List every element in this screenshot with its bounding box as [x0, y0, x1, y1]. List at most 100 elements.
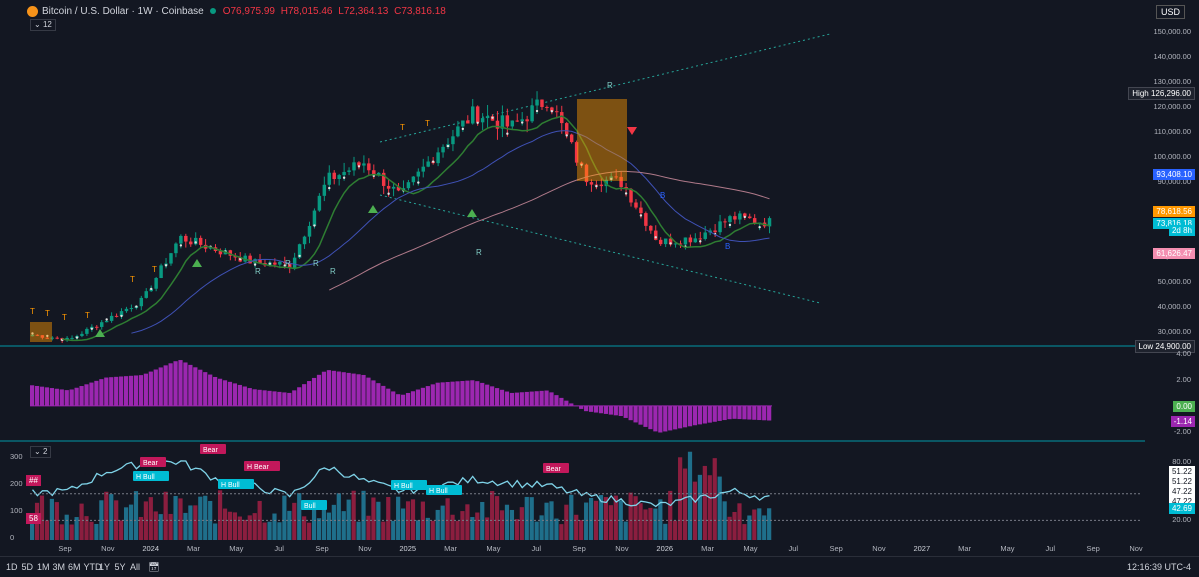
timeframe-1y[interactable]: 1Y [99, 562, 110, 572]
label-text: H Bear [247, 464, 269, 471]
candle-body [154, 278, 157, 289]
signal-letter: R [285, 259, 291, 268]
timeframe-3m[interactable]: 3M [53, 562, 66, 572]
signal-dot [358, 165, 360, 167]
volume-bar [183, 513, 187, 540]
volume-bar [89, 522, 93, 540]
timeframe-1d[interactable]: 1D [6, 562, 18, 572]
range-box [577, 99, 627, 181]
volume-bar [579, 520, 583, 540]
open-value: O76,975.99 [223, 6, 275, 17]
histogram-bar [624, 406, 628, 418]
signal-letter: T [45, 309, 50, 318]
signal-letter: T [62, 313, 67, 322]
candle-body [476, 106, 479, 122]
volume-bar [391, 521, 395, 540]
candle-body [718, 221, 721, 232]
calendar-icon[interactable]: 📅︎ [148, 562, 159, 573]
candle-body [342, 172, 345, 175]
volume-bar [455, 521, 459, 540]
timeframe-5d[interactable]: 5D [22, 562, 34, 572]
candle-body [644, 213, 647, 226]
signal-dot [491, 117, 493, 119]
histogram-bar [129, 376, 133, 406]
histogram-bar [559, 398, 563, 406]
time-tick-label: Nov [358, 544, 372, 553]
histogram-bar [426, 386, 430, 406]
timeframe-6m[interactable]: 6M [68, 562, 81, 572]
histogram-bar [89, 383, 93, 406]
histogram-bar [609, 406, 613, 415]
signal-dot [165, 264, 167, 266]
histogram-bar [35, 386, 39, 406]
volume-tick-label: 300 [10, 452, 23, 461]
candle-body [70, 338, 73, 339]
volume-bar [633, 496, 637, 540]
histogram-bar [604, 406, 608, 414]
histogram-bar [164, 365, 168, 405]
histogram-bar [431, 384, 435, 406]
volume-bar [569, 495, 573, 540]
chart-canvas[interactable]: TTTTTTTTRRRRRRBB BearBearH BullH BullH B… [0, 0, 1199, 576]
histogram-bar [510, 393, 514, 406]
candle-body [337, 175, 340, 179]
histogram-bar [515, 393, 519, 406]
volume-bar [243, 520, 247, 540]
histogram-bar [589, 406, 593, 412]
timeframe-5y[interactable]: 5Y [115, 562, 126, 572]
volume-bar [609, 505, 613, 540]
signal-dot [699, 240, 701, 242]
volume-bar [480, 502, 484, 540]
volume-bar [668, 491, 672, 540]
signal-dot [758, 226, 760, 228]
time-tick-label: Jul [1046, 544, 1056, 553]
histogram-bar [619, 406, 623, 416]
candle-body [347, 170, 350, 172]
timeframe-all[interactable]: All [130, 562, 140, 572]
time-tick-label: Sep [572, 544, 585, 553]
histogram-bar [154, 370, 158, 406]
signal-letter: T [30, 307, 35, 316]
candle-body [278, 262, 281, 265]
histogram-bar [238, 385, 242, 406]
histogram-bar [332, 371, 336, 406]
currency-button[interactable]: USD [1156, 5, 1185, 19]
volume-bar [327, 513, 331, 540]
symbol-header[interactable]: Bitcoin / U.S. Dollar · 1W · CoinbaseO76… [30, 6, 446, 17]
volume-bar [475, 513, 479, 540]
volume-bar [465, 504, 469, 540]
volume-bar [450, 515, 454, 540]
volume-bar [332, 505, 336, 540]
signal-dot [432, 160, 434, 162]
candle-body [525, 119, 528, 121]
histogram-bar [480, 383, 484, 406]
high-value: H78,015.46 [281, 6, 333, 17]
candle-body [308, 226, 311, 237]
candle-body [516, 121, 519, 122]
volume-bar [638, 503, 642, 540]
signal-dot [625, 192, 627, 194]
volume-bar [342, 511, 346, 540]
signal-letter: T [130, 275, 135, 284]
time-tick-label: 2024 [142, 544, 159, 553]
volume-bar [297, 493, 301, 540]
volume-bar [356, 522, 360, 540]
histogram-bar [678, 406, 682, 428]
indicators-toggle[interactable]: ⌄ 12 [30, 19, 56, 31]
volume-bar [737, 503, 741, 540]
histogram-bar [79, 386, 83, 406]
signal-dot [91, 328, 93, 330]
volume-value-label: 58 [26, 513, 41, 524]
volume-bar [149, 497, 153, 540]
volume-bar [347, 500, 351, 540]
volume-bar [282, 496, 286, 540]
volume-bar [653, 509, 657, 540]
histogram-bar [520, 392, 524, 406]
candle-body [184, 236, 187, 242]
timeframe-1m[interactable]: 1M [37, 562, 50, 572]
volume-bar [198, 497, 202, 540]
histogram-bar [109, 377, 113, 406]
oscillator-toggle[interactable]: ⌄ 2 [30, 446, 51, 458]
buy-triangle [467, 209, 477, 217]
candle-body [629, 189, 632, 203]
